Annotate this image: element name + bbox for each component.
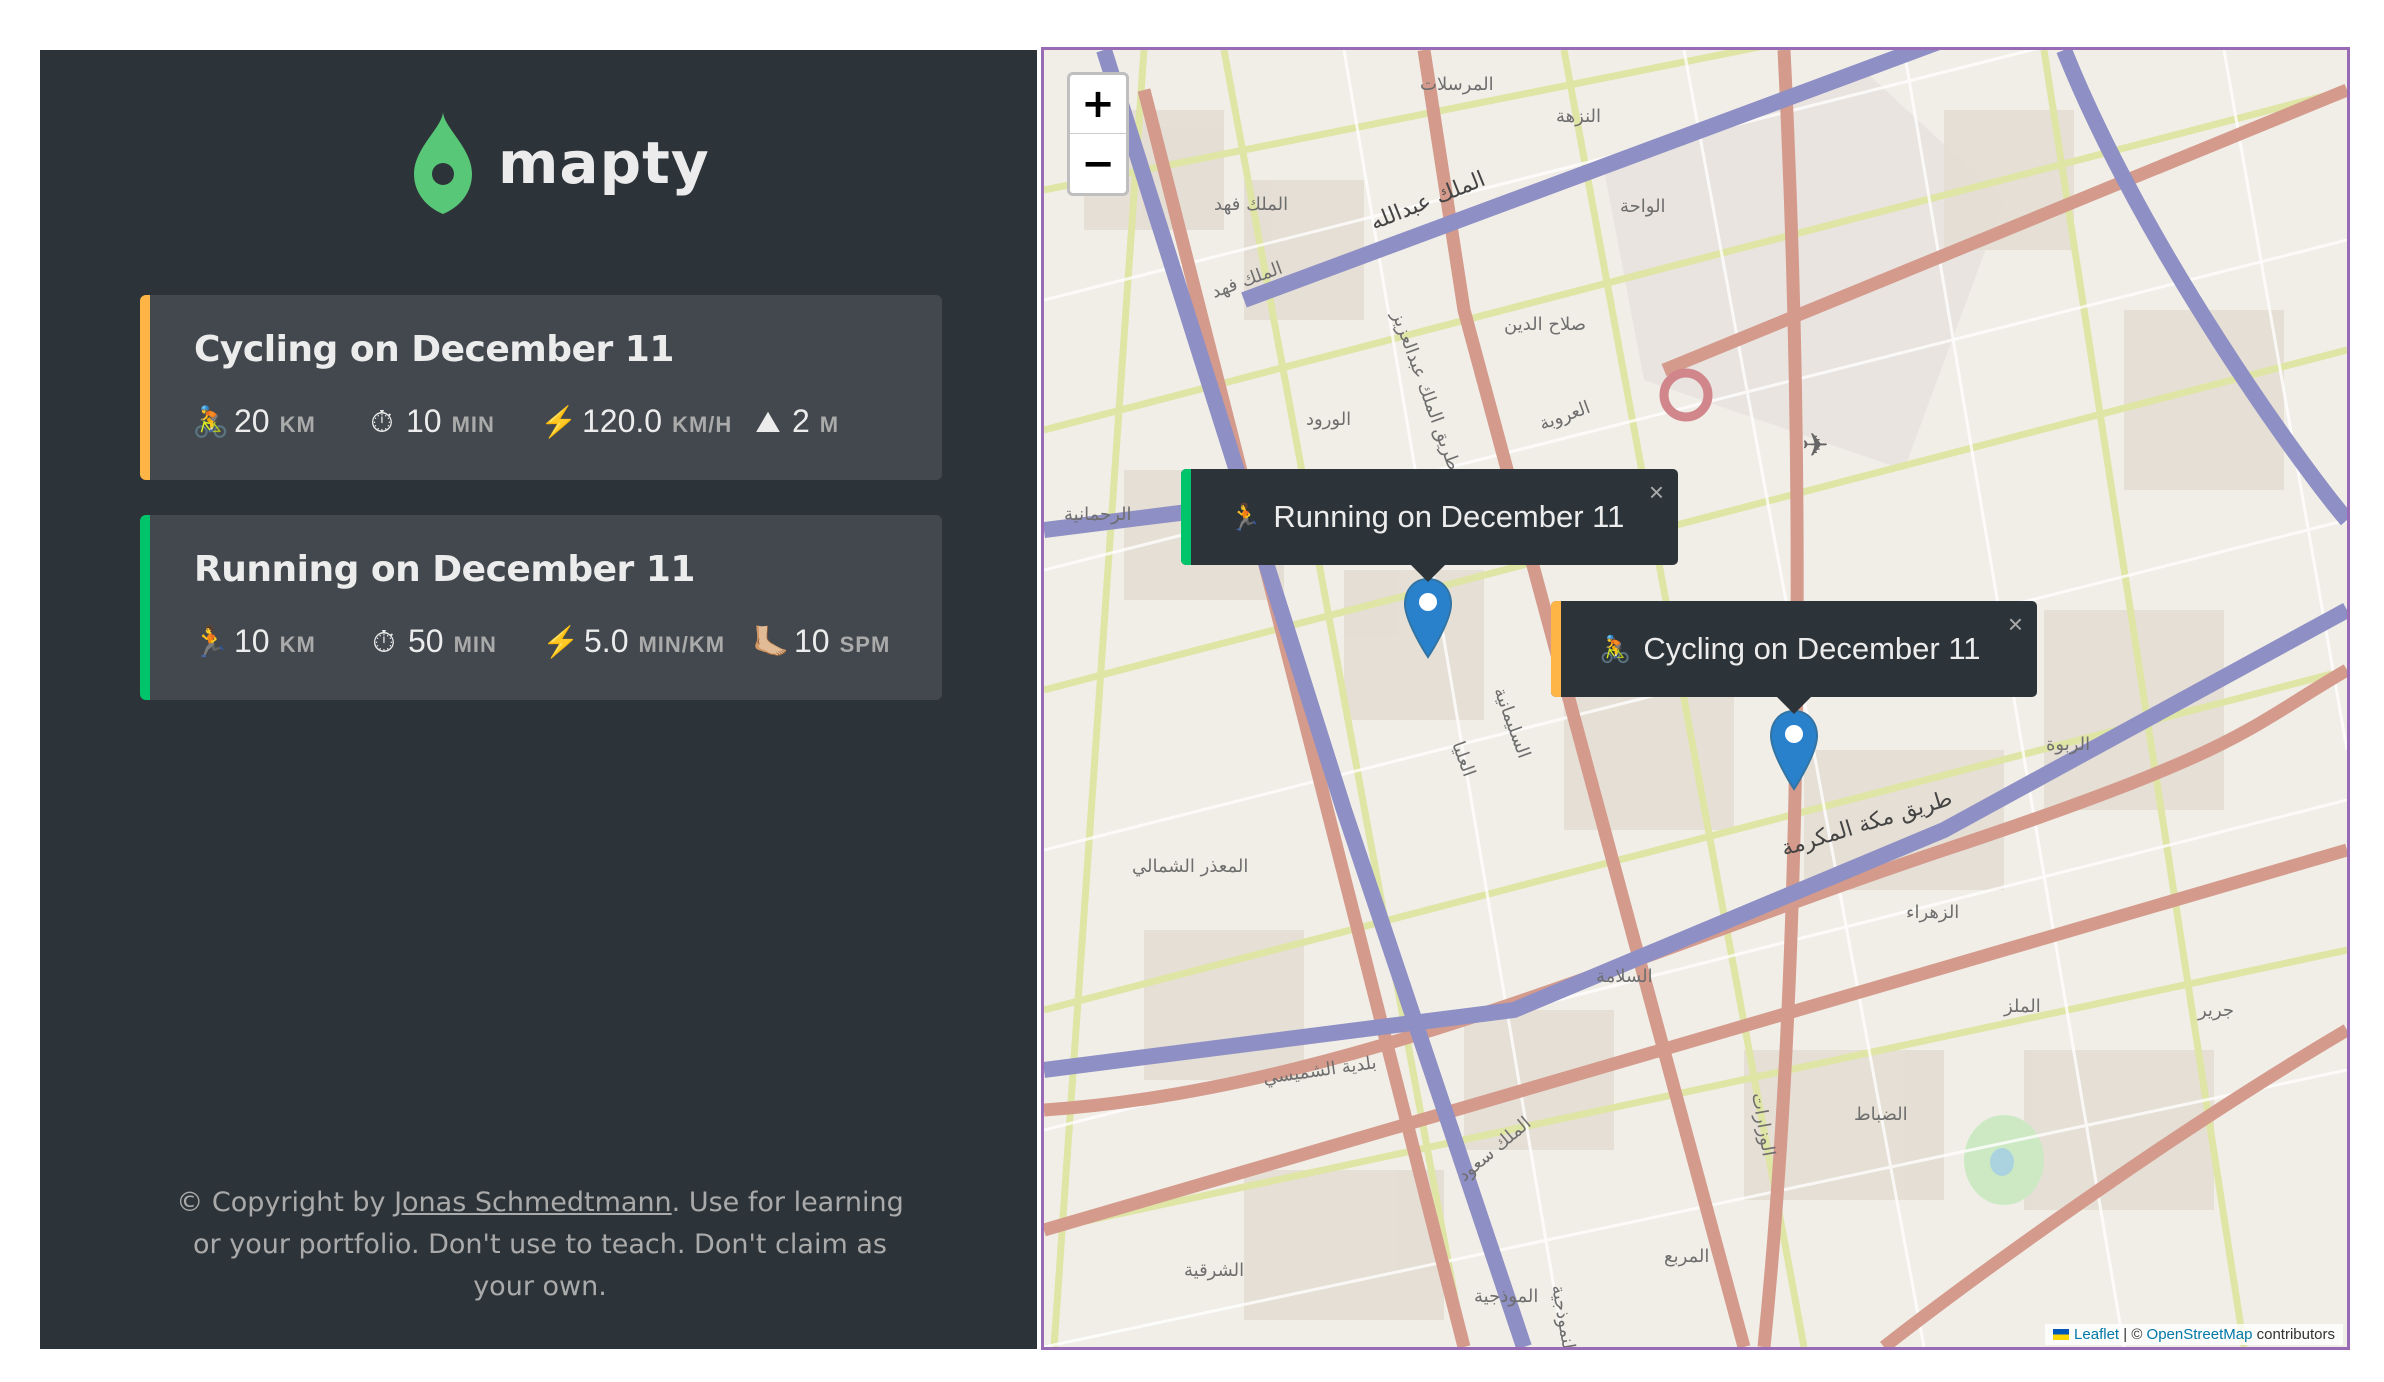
svg-text:الزهراء: الزهراء (1906, 902, 1959, 923)
workout-accent-bar (140, 515, 150, 700)
runner-icon: 🏃 (192, 626, 230, 659)
map-marker-cycling[interactable] (1769, 709, 1819, 791)
workout-detail-duration: ⏱ 10 MIN (364, 403, 540, 440)
popup-close-button[interactable]: × (2008, 609, 2023, 640)
detail-value: 10 (234, 623, 270, 659)
map-attribution: Leaflet | © OpenStreetMap contributors (2045, 1324, 2343, 1345)
workout-detail-elevation: ⛰ 2 M (750, 403, 839, 440)
workout-title: Running on December 11 (194, 549, 695, 590)
detail-value: 10 (794, 623, 830, 659)
cyclist-icon: 🚴 (192, 406, 230, 439)
workout-details: 🏃 10 KM ⏱ 50 MIN ⚡️ 5.0 MIN/KM 🦶🏼 10 SPM (192, 623, 890, 660)
zoom-in-button[interactable]: + (1070, 75, 1126, 134)
detail-unit: MIN (453, 632, 497, 657)
leaflet-link[interactable]: Leaflet (2074, 1326, 2119, 1343)
popup-accent-bar (1181, 469, 1191, 565)
lightning-icon: ⚡️ (542, 626, 580, 659)
workout-card-cycling[interactable]: Cycling on December 11 🚴 20 KM ⏱ 10 MIN … (140, 295, 942, 480)
svg-text:الضباط: الضباط (1854, 1104, 1908, 1125)
detail-unit: KM/H (672, 412, 733, 437)
detail-value: 120.0 (582, 403, 663, 439)
attribution-suffix: contributors (2252, 1326, 2335, 1343)
zoom-out-button[interactable]: − (1070, 134, 1126, 193)
attribution-separator: | © (2119, 1326, 2147, 1343)
logo-text: mapty (498, 129, 710, 197)
logo: mapty (412, 108, 710, 218)
zoom-control: + − (1067, 72, 1129, 196)
copyright-prefix: © Copyright by (176, 1187, 395, 1218)
runner-icon: 🏃 (1229, 501, 1262, 532)
svg-text:المعذر الشمالي: المعذر الشمالي (1132, 856, 1248, 877)
detail-unit: MIN (451, 412, 495, 437)
workout-detail-speed: ⚡️ 120.0 KM/H (540, 403, 750, 440)
svg-text:صلاح الدين: صلاح الدين (1504, 314, 1586, 335)
detail-unit: M (819, 412, 840, 437)
sidebar: mapty Cycling on December 11 🚴 20 KM ⏱ 1… (40, 50, 1037, 1349)
map[interactable]: ✈ المرسلات النزهة الملك فهد الملك عبدالل… (1041, 47, 2350, 1350)
svg-text:المرسلات: المرسلات (1420, 74, 1494, 95)
svg-text:الشرقية: الشرقية (1184, 1260, 1244, 1281)
workout-detail-distance: 🚴 20 KM (192, 403, 364, 440)
app: mapty Cycling on December 11 🚴 20 KM ⏱ 1… (40, 47, 2350, 1350)
svg-text:الورود: الورود (1306, 409, 1351, 430)
ukraine-flag-icon (2053, 1329, 2070, 1340)
svg-text:السلامة: السلامة (1596, 966, 1653, 987)
popup-tip (1410, 564, 1446, 582)
detail-unit: KM (279, 632, 316, 657)
detail-value: 50 (408, 623, 444, 659)
detail-unit: KM (279, 412, 316, 437)
svg-text:جرير: جرير (2197, 1000, 2234, 1021)
author-link[interactable]: Jonas Schmedtmann (394, 1187, 672, 1218)
map-tiles[interactable]: ✈ المرسلات النزهة الملك فهد الملك عبدالل… (1044, 50, 2347, 1347)
popup-cycling[interactable]: 🚴 Cycling on December 11 × (1551, 601, 2037, 714)
detail-value: 20 (234, 403, 270, 439)
workout-details: 🚴 20 KM ⏱ 10 MIN ⚡️ 120.0 KM/H ⛰ 2 M (192, 403, 839, 440)
workout-detail-cadence: 🦶🏼 10 SPM (752, 623, 890, 660)
map-pin-logo-icon (414, 112, 472, 214)
popup-running[interactable]: 🏃 Running on December 11 × (1181, 469, 1678, 582)
foot-icon: 🦶🏼 (752, 626, 790, 659)
detail-value: 5.0 (584, 623, 629, 659)
svg-text:الرحمانية: الرحمانية (1064, 504, 1132, 525)
popup-close-button[interactable]: × (1649, 477, 1664, 508)
detail-value: 2 (792, 403, 810, 439)
svg-text:الملز: الملز (2003, 996, 2041, 1017)
popup-text: Cycling on December 11 (1643, 631, 1981, 666)
workout-detail-pace: ⚡️ 5.0 MIN/KM (542, 623, 752, 660)
detail-unit: MIN/KM (638, 632, 726, 657)
svg-text:الواحة: الواحة (1620, 196, 1666, 217)
workout-detail-duration: ⏱ 50 MIN (366, 623, 542, 660)
svg-text:الملك فهد: الملك فهد (1214, 194, 1288, 215)
svg-text:الربوة: الربوة (2046, 734, 2090, 755)
workout-card-running[interactable]: Running on December 11 🏃 10 KM ⏱ 50 MIN … (140, 515, 942, 700)
popup-accent-bar (1551, 601, 1561, 697)
airport-icon: ✈ (1802, 426, 1829, 464)
stopwatch-icon: ⏱ (372, 626, 396, 659)
map-marker-running[interactable] (1403, 577, 1453, 659)
osm-link[interactable]: OpenStreetMap (2147, 1326, 2253, 1343)
popup-tip (1776, 696, 1812, 714)
workout-detail-distance: 🏃 10 KM (192, 623, 366, 660)
mountain-icon: ⛰ (755, 406, 781, 439)
svg-text:الموذجية: الموذجية (1474, 1286, 1538, 1307)
detail-value: 10 (406, 403, 442, 439)
cyclist-icon: 🚴 (1599, 633, 1632, 664)
svg-text:المربع: المربع (1664, 1246, 1709, 1267)
detail-unit: SPM (839, 632, 891, 657)
workout-title: Cycling on December 11 (194, 329, 674, 370)
popup-text: Running on December 11 (1273, 499, 1625, 534)
workout-accent-bar (140, 295, 150, 480)
svg-text:النزهة: النزهة (1556, 106, 1601, 127)
copyright-text: © Copyright by Jonas Schmedtmann. Use fo… (160, 1182, 920, 1308)
stopwatch-icon: ⏱ (370, 406, 394, 439)
lightning-icon: ⚡️ (540, 406, 578, 439)
